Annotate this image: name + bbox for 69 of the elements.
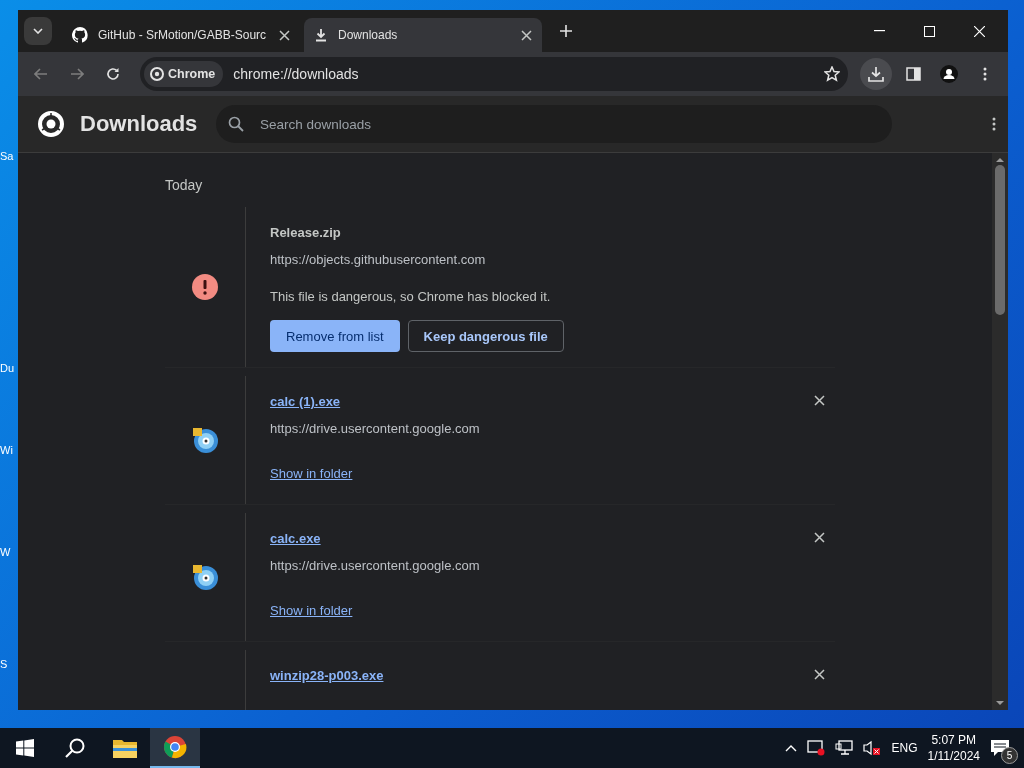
more-options-icon[interactable]	[992, 117, 996, 131]
download-icon	[314, 28, 328, 42]
browser-tab[interactable]: GitHub - SrMotion/GABB-Sourc	[62, 18, 300, 52]
close-icon[interactable]	[813, 394, 825, 406]
network-icon[interactable]	[835, 740, 854, 756]
scrollbar[interactable]	[992, 153, 1008, 710]
keep-button[interactable]: Keep dangerous file	[407, 320, 564, 352]
chrome-icon	[163, 735, 187, 759]
maximize-icon[interactable]	[923, 25, 935, 37]
source-url: https://objects.githubusercontent.com	[270, 252, 486, 267]
address-bar[interactable]: Chrome chrome://downloads	[140, 57, 848, 91]
show-in-folder-link[interactable]: Show in folder	[270, 603, 353, 618]
github-icon	[72, 27, 88, 43]
file-link[interactable]: calc.exe	[270, 531, 321, 546]
scroll-down-icon[interactable]	[996, 700, 1004, 706]
desktop-icon-label: Sa	[0, 150, 15, 162]
file-link[interactable]: calc (1).exe	[270, 394, 341, 409]
bookmark-star-icon[interactable]	[824, 66, 840, 82]
display-icon[interactable]	[807, 740, 826, 756]
desktop-icon-label: S	[0, 658, 9, 670]
tab-search-button[interactable]	[24, 17, 52, 45]
browser-tab[interactable]: Downloads	[304, 18, 542, 52]
scroll-up-icon[interactable]	[996, 157, 1004, 163]
minimize-icon[interactable]	[873, 30, 885, 32]
back-icon[interactable]	[34, 68, 48, 80]
disc-icon	[191, 426, 219, 454]
close-icon[interactable]	[813, 531, 825, 543]
side-panel-icon[interactable]	[905, 67, 921, 81]
language-indicator[interactable]: ENG	[891, 741, 918, 755]
download-icon	[868, 66, 884, 82]
new-tab-icon[interactable]	[560, 25, 572, 37]
file-link[interactable]: winzip28-p003.exe	[270, 668, 384, 683]
search-box[interactable]: Search downloads	[216, 105, 892, 143]
taskbar-app[interactable]	[150, 728, 200, 768]
search-icon	[228, 116, 244, 132]
profile-icon[interactable]	[940, 65, 958, 83]
show-in-folder-link[interactable]: Show in folder	[270, 466, 353, 481]
close-window-icon[interactable]	[973, 25, 985, 37]
remove-button[interactable]: Remove from list	[270, 320, 400, 352]
site-chip[interactable]: Chrome	[144, 61, 224, 87]
reload-icon[interactable]	[106, 67, 120, 81]
warning-icon	[192, 274, 218, 300]
search-field[interactable]: Search downloads	[258, 115, 880, 133]
chevron-up-icon[interactable]	[785, 744, 798, 752]
date-heading: Today	[165, 177, 204, 193]
downloads-button[interactable]	[860, 58, 892, 90]
folder-icon	[113, 738, 137, 758]
chrome-logo-icon	[38, 111, 64, 137]
disc-icon	[191, 563, 219, 591]
desktop-icon-label: W	[0, 546, 12, 558]
close-icon[interactable]	[813, 668, 825, 680]
source-url: https://drive.usercontent.google.com	[270, 558, 480, 573]
menu-icon[interactable]	[983, 67, 987, 81]
page-title: Downloads	[80, 111, 199, 137]
clock[interactable]: 5:07 PM 1/11/2024	[927, 733, 980, 763]
source-url: https://drive.usercontent.google.com	[270, 421, 480, 436]
file-name: Release.zip	[270, 225, 341, 240]
speaker-muted-icon[interactable]	[863, 740, 882, 756]
chrome-logo-icon	[150, 67, 164, 81]
forward-icon[interactable]	[70, 68, 84, 80]
close-icon[interactable]	[521, 29, 532, 41]
close-icon[interactable]	[279, 29, 290, 41]
warning-message: This file is dangerous, so Chrome has blocked it.	[270, 289, 551, 304]
scrollbar-thumb[interactable]	[995, 165, 1005, 315]
start-icon[interactable]	[16, 739, 34, 757]
desktop-icon-label: Du	[0, 362, 16, 374]
caret-icon	[33, 28, 43, 34]
desktop-icon-label: Wi	[0, 444, 14, 456]
search-icon[interactable]	[65, 738, 85, 758]
